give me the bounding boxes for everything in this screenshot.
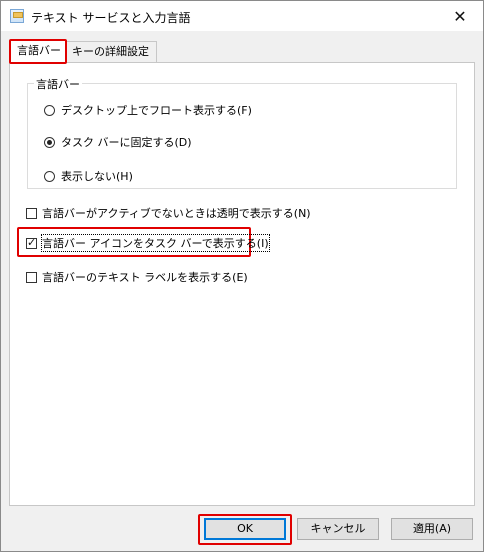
checkbox-show-text-labels[interactable]: 言語バーのテキスト ラベルを表示する(E): [26, 269, 248, 285]
close-icon: ✕: [453, 6, 467, 26]
radio-button[interactable]: [44, 136, 55, 148]
radio-hidden[interactable]: 表示しない(H): [44, 168, 133, 184]
close-button[interactable]: ✕: [437, 1, 483, 31]
checkbox-label: 言語バー アイコンをタスク バーで表示する(I): [41, 234, 270, 252]
cancel-button[interactable]: キャンセル: [297, 518, 379, 540]
groupbox-legend: 言語バー: [34, 76, 82, 92]
window-title: テキスト サービスと入力言語: [31, 11, 191, 25]
checkbox-transparent-inactive[interactable]: 言語バーがアクティブでないときは透明で表示する(N): [26, 205, 311, 221]
keyboard-icon: [10, 9, 24, 23]
radio-label: 表示しない(H): [61, 170, 133, 183]
apply-button[interactable]: 適用(A): [391, 518, 473, 540]
checkbox-label: 言語バーがアクティブでないときは透明で表示する(N): [42, 207, 311, 220]
tab-label: 言語バー: [17, 44, 61, 57]
checkbox-show-taskbar-icon[interactable]: 言語バー アイコンをタスク バーで表示する(I): [26, 234, 270, 252]
ok-button[interactable]: OK: [204, 518, 286, 540]
checkbox[interactable]: [26, 236, 37, 249]
radio-label: タスク バーに固定する(D): [61, 136, 192, 149]
radio-button[interactable]: [44, 170, 55, 182]
checkbox[interactable]: [26, 207, 37, 219]
radio-button[interactable]: [44, 104, 55, 116]
tab-advanced-key-settings[interactable]: キーの詳細設定: [65, 41, 157, 63]
checkbox-label: 言語バーのテキスト ラベルを表示する(E): [42, 271, 248, 284]
tab-label: キーの詳細設定: [72, 45, 149, 58]
checkbox[interactable]: [26, 271, 37, 283]
tab-language-bar[interactable]: 言語バー: [9, 39, 67, 64]
radio-dock-taskbar[interactable]: タスク バーに固定する(D): [44, 134, 192, 150]
radio-label: デスクトップ上でフロート表示する(F): [61, 104, 252, 117]
radio-float-desktop[interactable]: デスクトップ上でフロート表示する(F): [44, 102, 252, 118]
title-bar: テキスト サービスと入力言語 ✕: [1, 1, 483, 31]
tab-panel: 言語バー デスクトップ上でフロート表示する(F) タスク バーに固定する(D) …: [9, 62, 475, 506]
dialog-window: テキスト サービスと入力言語 ✕ キーの詳細設定 言語バー 言語バー デスクトッ…: [0, 0, 484, 552]
language-bar-groupbox: 言語バー デスクトップ上でフロート表示する(F) タスク バーに固定する(D) …: [27, 76, 457, 189]
